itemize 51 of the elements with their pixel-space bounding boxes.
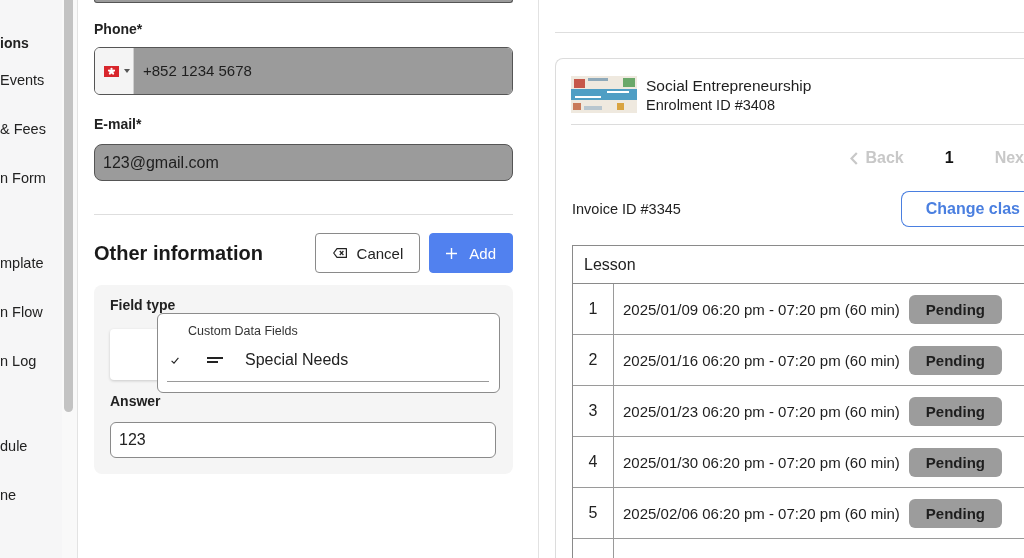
field-label: Phone* (94, 21, 143, 38)
field-label: Answer (110, 393, 161, 409)
course-title: Social Entrepreneurship (646, 76, 812, 96)
row-number: 3 (573, 386, 614, 436)
backspace-icon (332, 248, 347, 258)
nav-item[interactable]: Events (0, 71, 45, 90)
plus-icon (446, 247, 458, 259)
input-field[interactable] (94, 0, 513, 3)
nav-item[interactable]: n Flow (0, 303, 43, 322)
lesson-time: 2025/01/23 06:20 pm - 07:20 pm (60 min) (623, 402, 900, 420)
change-class-button[interactable]: Change clas (900, 191, 1024, 227)
lesson-time: 2025/02/06 06:20 pm - 07:20 pm (60 min) (623, 504, 900, 522)
nav-item[interactable]: ne (0, 486, 17, 505)
text-lines-icon (207, 357, 223, 363)
nav-item[interactable]: n Log (0, 352, 37, 371)
answer-field[interactable]: 123 (110, 422, 496, 458)
scrollbar-thumb[interactable] (64, 0, 73, 412)
status-badge: Pending (908, 498, 1002, 528)
status-badge: Pending (908, 294, 1002, 324)
menu-group-label: Custom Data Fields (187, 323, 298, 339)
lesson-time: 2025/01/09 06:20 pm - 07:20 pm (60 min) (623, 300, 900, 318)
country-select[interactable] (95, 48, 134, 94)
caret-icon (124, 69, 130, 73)
status-badge: Pending (908, 345, 1002, 375)
column-header: Lesson (583, 255, 637, 275)
field-label: E-mail* (94, 116, 142, 133)
nav-section-header: ions (0, 34, 29, 53)
chevron-left-icon (850, 151, 859, 165)
nav-item[interactable]: mplate (0, 254, 44, 273)
invoice-id: Invoice ID #3345 (572, 201, 681, 217)
lesson-time: 2025/01/30 06:20 pm - 07:20 pm (60 min) (623, 453, 900, 471)
row-number: 2 (573, 335, 614, 385)
section-title: Other information (94, 241, 264, 265)
nav-item[interactable]: & Fees (0, 120, 46, 139)
check-icon (171, 356, 179, 364)
status-badge: Pending (908, 396, 1002, 426)
field-label: Field type (110, 297, 176, 313)
nav-item[interactable]: n Form (0, 169, 46, 188)
nav-item[interactable]: dule (0, 437, 28, 456)
lesson-time: 2025/01/16 06:20 pm - 07:20 pm (60 min) (623, 351, 900, 369)
row-number: 1 (573, 284, 614, 334)
page-number[interactable]: 1 (944, 149, 954, 167)
thumbnail-drawing (571, 76, 637, 113)
add-button[interactable]: Add (429, 233, 513, 273)
status-badge: Pending (908, 447, 1002, 477)
row-number: 5 (573, 488, 614, 538)
enrolment-id: Enrolment ID #3408 (646, 96, 775, 114)
cancel-button[interactable]: Cancel (314, 233, 421, 273)
flag-icon (104, 65, 119, 77)
menu-item[interactable]: Special Needs (158, 345, 499, 375)
row-number: 4 (573, 437, 614, 487)
